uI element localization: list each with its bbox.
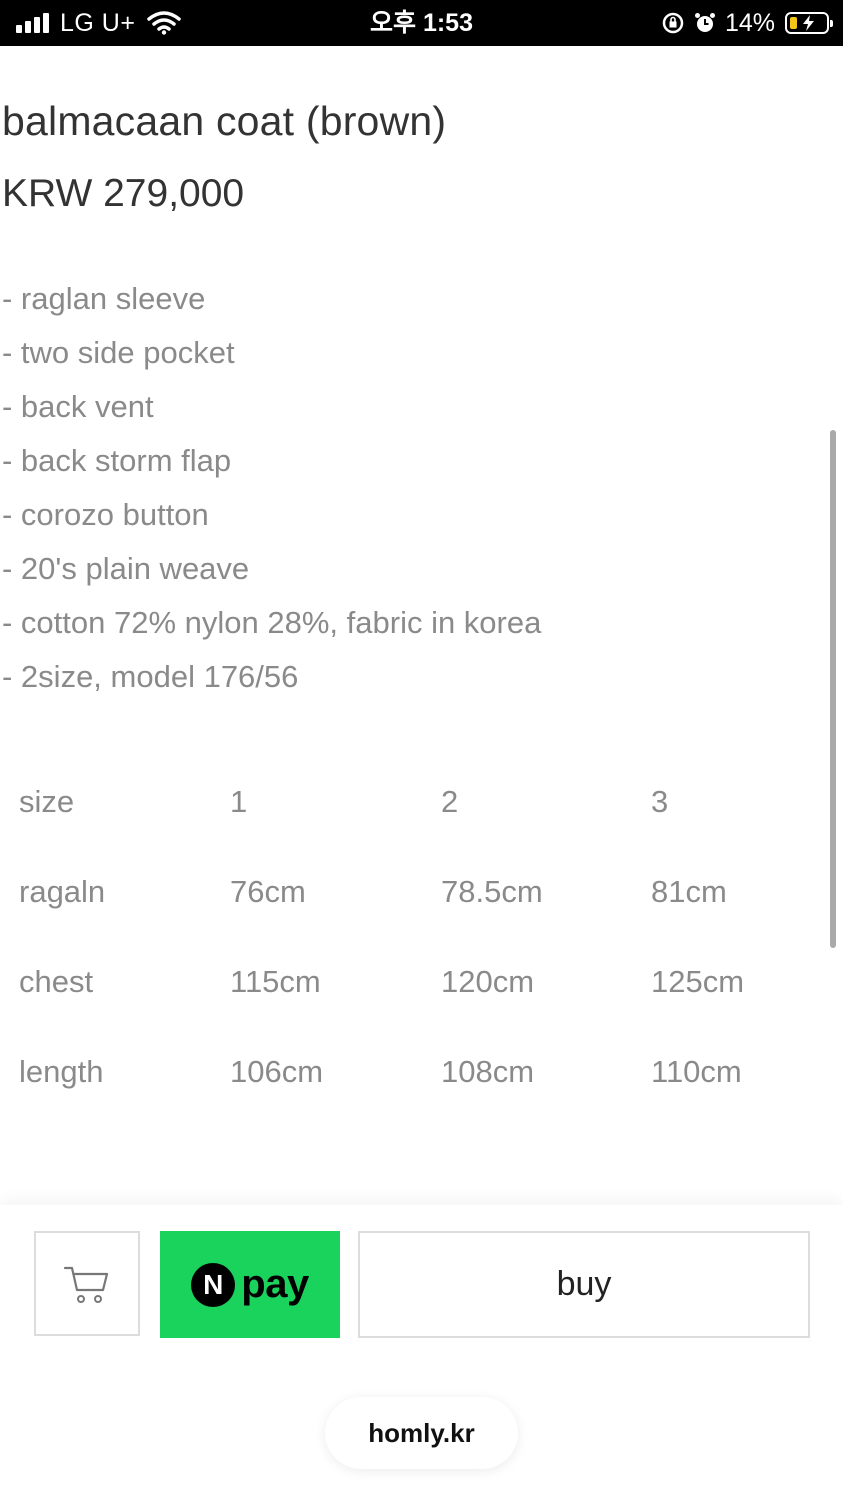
- scrollbar[interactable]: [830, 430, 836, 948]
- feature-list: - raglan sleeve - two side pocket - back…: [2, 279, 541, 711]
- table-cell: 106cm: [230, 1054, 324, 1089]
- table-cell: 125cm: [651, 964, 745, 999]
- battery-percent: 14%: [724, 8, 775, 37]
- screen: LG U+ 오후 1:53 14% balmacaan coat (brown)…: [0, 0, 843, 1500]
- table-row: ragaln 76cm 78.5cm 81cm: [19, 871, 819, 961]
- table-cell: 110cm: [651, 1054, 742, 1089]
- feature-item: - two side pocket: [2, 335, 235, 370]
- feature-item: - raglan sleeve: [2, 281, 206, 316]
- buy-button[interactable]: buy: [358, 1231, 810, 1338]
- npay-label: pay: [241, 1262, 309, 1306]
- size-table-header-row: size 1 2 3: [19, 781, 819, 871]
- table-cell: chest: [19, 964, 94, 999]
- feature-item: - back vent: [2, 389, 154, 424]
- table-cell: 120cm: [441, 964, 535, 999]
- table-cell: 115cm: [230, 964, 321, 999]
- table-cell: 81cm: [651, 874, 727, 909]
- site-url-pill[interactable]: homly.kr: [325, 1397, 518, 1469]
- feature-item: - 2size, model 176/56: [2, 659, 299, 694]
- product-price: KRW 279,000: [2, 172, 245, 215]
- add-to-cart-button[interactable]: [34, 1231, 140, 1336]
- table-cell: 76cm: [230, 874, 306, 909]
- battery-charging-icon: [785, 12, 833, 34]
- naver-n-icon: N: [191, 1262, 236, 1307]
- table-cell: 2: [441, 784, 459, 819]
- table-row: length 106cm 108cm 110cm: [19, 1051, 819, 1141]
- table-cell: 78.5cm: [441, 874, 543, 909]
- feature-item: - 20's plain weave: [2, 551, 250, 586]
- feature-item: - corozo button: [2, 497, 209, 532]
- table-cell: length: [19, 1054, 104, 1089]
- feature-item: - cotton 72% nylon 28%, fabric in korea: [2, 605, 542, 640]
- table-cell: 1: [230, 784, 248, 819]
- status-bar: LG U+ 오후 1:53 14%: [0, 0, 843, 46]
- table-cell: size: [19, 784, 75, 819]
- alarm-icon: [694, 13, 715, 32]
- table-cell: 108cm: [441, 1054, 535, 1089]
- status-right: 14%: [661, 0, 833, 46]
- table-cell: ragaln: [19, 874, 106, 909]
- size-table: size 1 2 3 ragaln 76cm 78.5cm 81cm chest…: [19, 781, 819, 1141]
- feature-item: - back storm flap: [2, 443, 232, 478]
- table-cell: 3: [651, 784, 669, 819]
- table-row: chest 115cm 120cm 125cm: [19, 961, 819, 1051]
- cart-icon: [63, 1266, 109, 1303]
- rotation-lock-icon: [662, 12, 684, 34]
- npay-button[interactable]: N pay: [160, 1231, 340, 1338]
- product-title: balmacaan coat (brown): [2, 98, 447, 144]
